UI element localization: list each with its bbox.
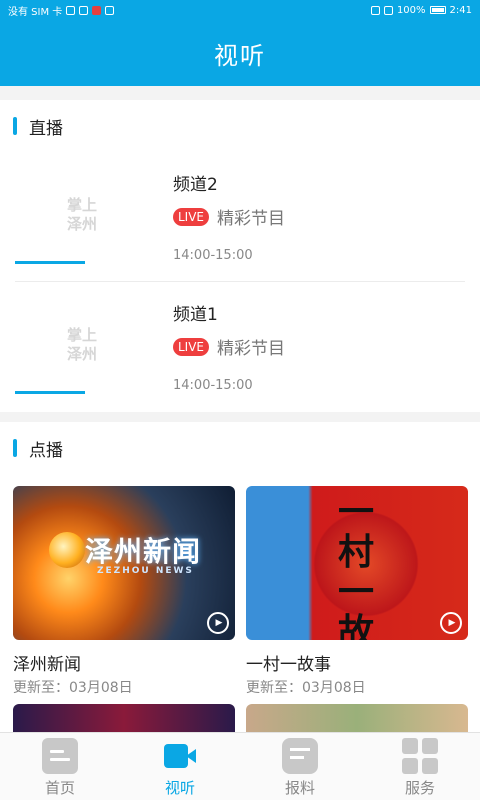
vod-section-header: 点播 <box>0 422 480 474</box>
bluetooth-icon <box>383 5 393 15</box>
channel-program: 精彩节目 <box>217 209 286 229</box>
tab-label: 视听 <box>164 779 195 797</box>
channel-thumbnail[interactable]: 掌上 泽州 <box>15 282 155 394</box>
vod-update-date: 更新至：03月08日 <box>246 680 366 696</box>
vod-title: 泽州新闻 <box>13 655 81 675</box>
vod-card-partial[interactable] <box>13 704 235 732</box>
channel-time: 14:00-15:00 <box>173 248 253 263</box>
channel-program-row: LIVE 精彩节目 <box>173 334 285 359</box>
status-right: 100% 2:41 <box>370 4 472 16</box>
tab-label: 首页 <box>44 779 75 797</box>
channel-program: 精彩节目 <box>217 339 286 359</box>
wifi-icon <box>66 5 76 15</box>
vod-title: 一村一故事 <box>246 655 331 675</box>
section-accent-bar <box>13 117 17 135</box>
tab-video[interactable]: 视听 <box>120 733 240 800</box>
play-icon[interactable]: ▶ <box>440 612 462 634</box>
channel-name: 频道2 <box>173 175 218 195</box>
battery-percent: 100% <box>396 4 426 16</box>
tab-label: 报料 <box>284 779 315 797</box>
channel-time: 14:00-15:00 <box>173 378 253 393</box>
live-badge: LIVE <box>173 337 210 356</box>
carrier-text: 没有 SIM 卡 <box>8 6 63 18</box>
placeholder-logo: 掌上 泽州 <box>67 326 98 363</box>
tab-service[interactable]: 服务 <box>360 733 480 800</box>
vod-card-village-story[interactable]: 一村一故事 ▶ 一村一故事 更新至：03月08日 <box>246 486 468 697</box>
clock-time: 2:41 <box>449 4 472 16</box>
video-icon <box>162 738 198 774</box>
thumbnail-title: 一村一故事 <box>338 491 375 640</box>
channel-name: 频道1 <box>173 305 218 325</box>
thumbnail-subtitle: ZEZHOU NEWS <box>97 566 194 576</box>
section-accent-bar <box>13 439 17 457</box>
thumbnail-underline <box>15 261 85 264</box>
page-title: 视听 <box>214 41 266 70</box>
report-icon <box>282 738 318 774</box>
app-header: 视听 <box>0 20 480 86</box>
live-section-header: 直播 <box>0 100 480 152</box>
live-badge: LIVE <box>173 207 210 226</box>
tab-report[interactable]: 报料 <box>240 733 360 800</box>
vod-section-title: 点播 <box>29 440 63 461</box>
news-logo-orb <box>49 532 85 568</box>
vod-card-partial[interactable] <box>246 704 468 732</box>
battery-icon <box>429 6 446 14</box>
live-section-title: 直播 <box>29 118 63 139</box>
vod-update-date: 更新至：03月08日 <box>13 680 133 696</box>
grid-icon <box>402 738 438 774</box>
vod-thumbnail[interactable]: 一村一故事 ▶ <box>246 486 468 640</box>
bottom-tab-bar: 首页 视听 报料 服务 <box>0 732 480 800</box>
status-left: 没有 SIM 卡 <box>8 3 115 18</box>
thumbnail-title: 泽州新闻 <box>85 535 202 568</box>
thumbnail-underline <box>15 391 85 394</box>
app-notification-icon <box>92 5 102 15</box>
placeholder-logo: 掌上 泽州 <box>67 196 98 233</box>
notification-icon <box>79 5 89 15</box>
message-icon <box>105 5 115 15</box>
play-icon[interactable]: ▶ <box>207 612 229 634</box>
tab-label: 服务 <box>404 779 435 797</box>
alarm-icon <box>370 5 380 15</box>
channel-item-2[interactable]: 掌上 泽州 频道1 LIVE 精彩节目 14:00-15:00 <box>0 282 480 412</box>
vod-thumbnail[interactable]: 泽州新闻 ZEZHOU NEWS ▶ <box>13 486 235 640</box>
home-icon <box>42 738 78 774</box>
tab-home[interactable]: 首页 <box>0 733 120 800</box>
channel-thumbnail[interactable]: 掌上 泽州 <box>15 152 155 264</box>
vod-card-zezhou-news[interactable]: 泽州新闻 ZEZHOU NEWS ▶ 泽州新闻 更新至：03月08日 <box>13 486 235 697</box>
vod-section: 点播 泽州新闻 ZEZHOU NEWS ▶ 泽州新闻 更新至：03月08日 一村… <box>0 422 480 732</box>
status-bar: 没有 SIM 卡 100% 2:41 <box>0 0 480 20</box>
live-section: 直播 掌上 泽州 频道2 LIVE 精彩节目 14:00-15:00 掌上 泽州 频… <box>0 100 480 412</box>
channel-program-row: LIVE 精彩节目 <box>173 204 285 229</box>
channel-item-1[interactable]: 掌上 泽州 频道2 LIVE 精彩节目 14:00-15:00 <box>0 152 480 282</box>
